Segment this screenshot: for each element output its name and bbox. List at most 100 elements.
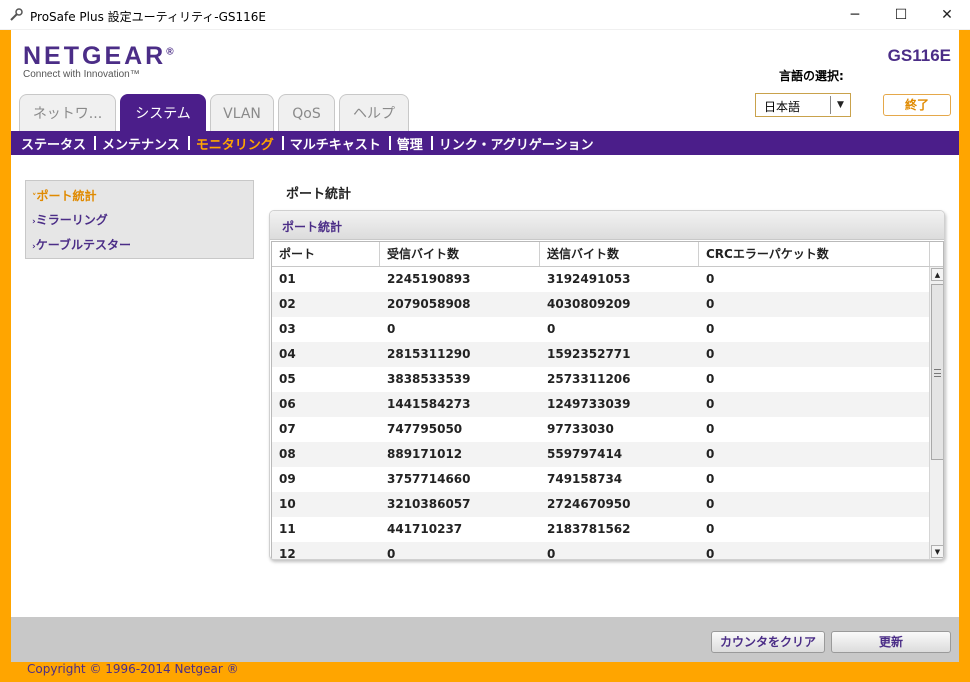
cell-sent-bytes: 0: [547, 547, 556, 560]
cell-port: 08: [279, 447, 296, 461]
clear-counters-button[interactable]: カウンタをクリア: [711, 631, 825, 653]
table-row[interactable]: 11 441710237 2183781562 0: [272, 517, 929, 542]
table-row[interactable]: 05 3838533539 2573311206 0: [272, 367, 929, 392]
subnav-status[interactable]: ステータス: [21, 134, 86, 153]
table-row[interactable]: 08 889171012 559797414 0: [272, 442, 929, 467]
scroll-up-icon[interactable]: ▲: [931, 268, 943, 281]
subnav-multicast[interactable]: マルチキャスト: [290, 134, 381, 153]
window-title: ProSafe Plus 設定ユーティリティ-GS116E: [30, 10, 266, 24]
subnav-divider: [281, 136, 284, 150]
language-select[interactable]: 日本語 ▼: [755, 93, 851, 117]
window-titlebar: ProSafe Plus 設定ユーティリティ-GS116E ─ ☐ ✕: [0, 0, 970, 30]
cell-received-bytes: 2079058908: [387, 297, 471, 311]
close-button[interactable]: ✕: [924, 0, 970, 30]
page-title: ポート統計: [286, 187, 352, 202]
subnav-divider: [187, 136, 190, 150]
language-label: 言語の選択:: [779, 69, 844, 83]
cell-port: 01: [279, 272, 296, 286]
table-row[interactable]: 03 0 0 0: [272, 317, 929, 342]
cell-crc-errors: 0: [706, 297, 715, 311]
tab-network[interactable]: ネットワ...: [19, 94, 116, 131]
cell-sent-bytes: 1592352771: [547, 347, 631, 361]
cell-crc-errors: 0: [706, 447, 715, 461]
table-row[interactable]: 10 3210386057 2724670950 0: [272, 492, 929, 517]
scrollbar-thumb[interactable]: [931, 284, 943, 460]
cell-port: 04: [279, 347, 296, 361]
cell-sent-bytes: 2183781562: [547, 522, 631, 536]
sub-navigation: ステータス メンテナンス モニタリング マルチキャスト 管理 リンク・アグリゲー…: [11, 131, 959, 155]
scroll-down-icon[interactable]: ▼: [931, 545, 943, 558]
tab-vlan[interactable]: VLAN: [210, 94, 274, 131]
subnav-monitoring[interactable]: モニタリング: [196, 134, 274, 153]
vertical-scrollbar[interactable]: ▲ ▼: [929, 267, 943, 559]
column-header-port[interactable]: ポート: [272, 242, 380, 266]
cell-received-bytes: 2245190893: [387, 272, 471, 286]
refresh-button[interactable]: 更新: [831, 631, 951, 653]
sidebar: ˅ポート統計 ›ミラーリング ›ケーブルテスター: [25, 180, 254, 259]
table-row[interactable]: 02 2079058908 4030809209 0: [272, 292, 929, 317]
cell-crc-errors: 0: [706, 422, 715, 436]
wrench-icon: [10, 8, 23, 21]
brand-name: NETGEAR: [23, 42, 167, 70]
cell-received-bytes: 3210386057: [387, 497, 471, 511]
sidebar-item-cable-tester[interactable]: ›ケーブルテスター: [32, 236, 131, 253]
grip-icon: [934, 369, 941, 377]
cell-crc-errors: 0: [706, 347, 715, 361]
cell-received-bytes: 747795050: [387, 422, 463, 436]
sidebar-item-label: ケーブルテスター: [35, 238, 131, 252]
cell-port: 07: [279, 422, 296, 436]
cell-received-bytes: 3757714660: [387, 472, 471, 486]
subnav-divider: [388, 136, 391, 150]
cell-sent-bytes: 1249733039: [547, 397, 631, 411]
cell-crc-errors: 0: [706, 322, 715, 336]
cell-port: 11: [279, 522, 296, 536]
cell-port: 12: [279, 547, 296, 560]
subnav-management[interactable]: 管理: [397, 134, 423, 153]
main-tabs: ネットワ... システム VLAN QoS ヘルプ: [19, 94, 413, 131]
sidebar-item-label: ポート統計: [36, 189, 97, 203]
app-content: NETGEAR® Connect with Innovation™ GS116E…: [11, 30, 959, 662]
table-header: ポート 受信バイト数 送信バイト数 CRCエラーパケット数: [272, 242, 943, 267]
brand-registered: ®: [166, 46, 174, 58]
cell-port: 05: [279, 372, 296, 386]
cell-crc-errors: 0: [706, 547, 715, 560]
cell-received-bytes: 0: [387, 322, 396, 336]
cell-received-bytes: 889171012: [387, 447, 463, 461]
column-header-received-bytes[interactable]: 受信バイト数: [380, 242, 540, 266]
model-name: GS116E: [887, 46, 951, 65]
sidebar-item-port-statistics[interactable]: ˅ポート統計: [32, 187, 97, 204]
footer-bar: カウンタをクリア 更新: [11, 617, 959, 662]
cell-crc-errors: 0: [706, 497, 715, 511]
table-row[interactable]: 12 0 0 0: [272, 542, 929, 560]
cell-sent-bytes: 749158734: [547, 472, 623, 486]
minimize-button[interactable]: ─: [832, 0, 878, 30]
column-header-crc-errors[interactable]: CRCエラーパケット数: [699, 242, 930, 266]
cell-port: 02: [279, 297, 296, 311]
subnav-link-aggregation[interactable]: リンク・アグリゲーション: [439, 134, 594, 153]
tab-qos[interactable]: QoS: [278, 94, 335, 131]
table-row[interactable]: 09 3757714660 749158734 0: [272, 467, 929, 492]
tab-system[interactable]: システム: [120, 94, 206, 131]
cell-port: 09: [279, 472, 296, 486]
table-row[interactable]: 04 2815311290 1592352771 0: [272, 342, 929, 367]
cell-crc-errors: 0: [706, 522, 715, 536]
sidebar-item-mirroring[interactable]: ›ミラーリング: [32, 211, 108, 228]
dropdown-arrow-icon[interactable]: ▼: [830, 96, 850, 114]
cell-received-bytes: 3838533539: [387, 372, 471, 386]
column-header-sent-bytes[interactable]: 送信バイト数: [540, 242, 699, 266]
subnav-divider: [430, 136, 433, 150]
exit-button[interactable]: 終了: [883, 94, 951, 116]
subnav-maintenance[interactable]: メンテナンス: [102, 134, 180, 153]
table-row[interactable]: 06 1441584273 1249733039 0: [272, 392, 929, 417]
table-row[interactable]: 01 2245190893 3192491053 0: [272, 267, 929, 292]
cell-sent-bytes: 2724670950: [547, 497, 631, 511]
subnav-divider: [94, 136, 97, 150]
cell-sent-bytes: 0: [547, 322, 556, 336]
cell-crc-errors: 0: [706, 397, 715, 411]
tab-help[interactable]: ヘルプ: [339, 94, 409, 131]
maximize-button[interactable]: ☐: [878, 0, 924, 30]
app-frame: NETGEAR® Connect with Innovation™ GS116E…: [0, 30, 970, 682]
panel-header: ポート統計: [270, 211, 944, 240]
table-body: 01 2245190893 3192491053 0 02 2079058908 40308…: [272, 267, 929, 560]
table-row[interactable]: 07 747795050 97733030 0: [272, 417, 929, 442]
